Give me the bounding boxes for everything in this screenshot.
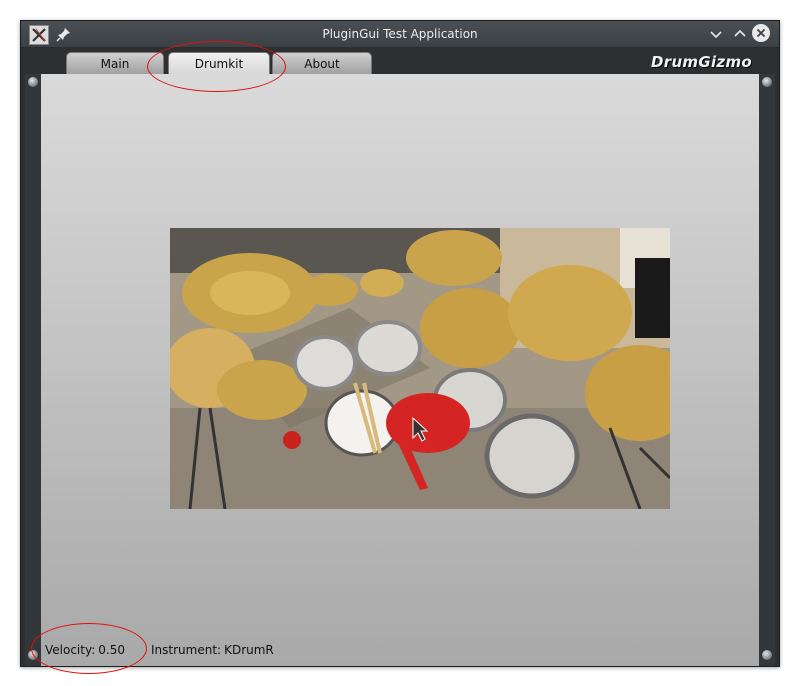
chevron-down-icon[interactable] (707, 25, 725, 43)
drumgizmo-logo: DrumGizmo (651, 53, 752, 71)
velocity-label: Velocity: (45, 643, 96, 657)
left-panel-edge (25, 74, 41, 666)
drumkit-photo[interactable] (170, 228, 670, 509)
right-panel-edge (759, 74, 775, 666)
screw-icon (762, 77, 772, 87)
tab-drumkit[interactable]: Drumkit (168, 52, 270, 75)
instrument-value: KDrumR (224, 643, 274, 657)
tab-about[interactable]: About (272, 52, 372, 75)
screw-icon (762, 650, 772, 660)
instrument-readout: Instrument: KDrumR (151, 642, 274, 658)
client-area: Main Drumkit About DrumGizmo Velocity: 0… (21, 48, 779, 666)
drumkit-tab-content: Velocity: 0.50 Instrument: KDrumR (41, 74, 759, 666)
app-window: PluginGui Test Application Main Drumkit … (20, 20, 780, 667)
velocity-readout: Velocity: 0.50 (45, 642, 125, 658)
title-bar[interactable]: PluginGui Test Application (21, 21, 779, 48)
instrument-label: Instrument: (151, 643, 222, 657)
screw-icon (28, 77, 38, 87)
velocity-value: 0.50 (98, 643, 125, 657)
close-icon[interactable] (752, 24, 770, 42)
screw-icon (28, 650, 38, 660)
tab-main[interactable]: Main (66, 52, 164, 75)
window-title: PluginGui Test Application (322, 27, 478, 41)
chevron-up-icon[interactable] (731, 25, 749, 43)
